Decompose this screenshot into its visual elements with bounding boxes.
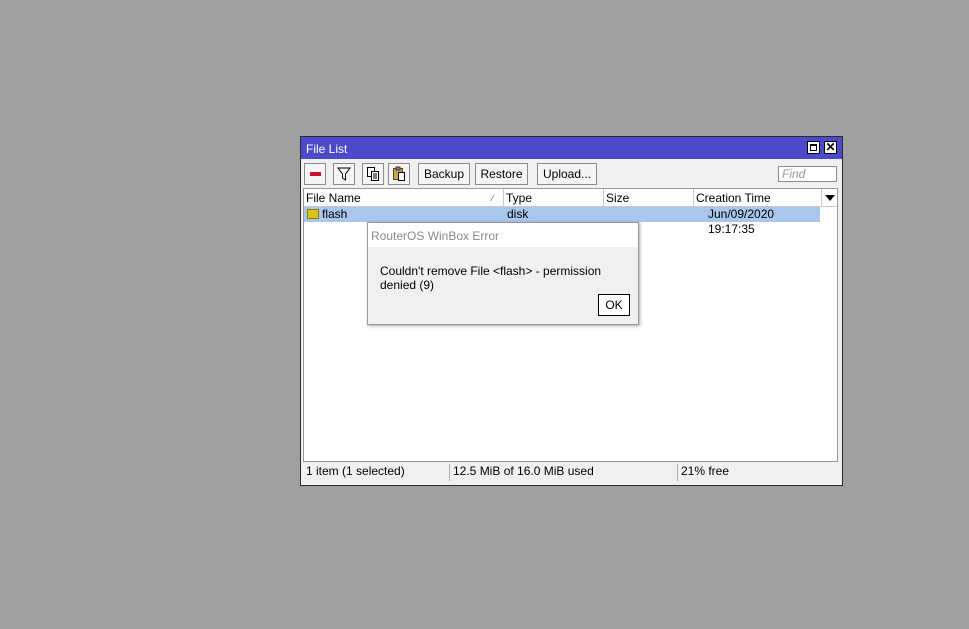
window-titlebar[interactable]: File List ✕ (301, 137, 842, 159)
column-header-creation-time[interactable]: Creation Time (694, 189, 821, 206)
folder-icon (307, 209, 319, 219)
upload-button[interactable]: Upload... (537, 163, 597, 185)
table-row[interactable]: flash disk Jun/09/2020 19:17:35 (304, 207, 820, 236)
remove-button[interactable] (304, 163, 326, 185)
paste-icon (393, 166, 405, 181)
close-icon[interactable]: ✕ (824, 141, 837, 154)
dialog-titlebar[interactable]: RouterOS WinBox Error (368, 223, 638, 247)
find-input[interactable]: Find (778, 166, 837, 182)
restore-button[interactable]: Restore (475, 163, 528, 185)
dialog-title: RouterOS WinBox Error (371, 229, 500, 243)
status-free-space: 21% free (677, 464, 838, 481)
filter-icon (337, 167, 351, 181)
creation-time-cell: Jun/09/2020 19:17:35 (708, 207, 775, 236)
sort-indicator-icon: ⁄ (492, 193, 494, 203)
table-header: File Name ⁄ Type Size Creation Time (304, 189, 837, 207)
maximize-icon[interactable] (807, 141, 820, 154)
column-header-type[interactable]: Type (504, 189, 604, 206)
window-title: File List (306, 142, 348, 156)
column-header-size[interactable]: Size (604, 189, 694, 206)
column-header-label: File Name (306, 191, 361, 205)
status-disk-usage: 12.5 MiB of 16.0 MiB used (449, 464, 677, 481)
error-dialog: RouterOS WinBox Error Couldn't remove Fi… (367, 222, 639, 325)
status-item-count: 1 item (1 selected) (306, 464, 405, 478)
dialog-message: Couldn't remove File <flash> - permissio… (380, 264, 602, 292)
ok-button[interactable]: OK (598, 294, 630, 316)
filter-button[interactable] (333, 163, 355, 185)
copy-button[interactable] (362, 163, 384, 185)
paste-button[interactable] (388, 163, 410, 185)
remove-icon (310, 172, 321, 176)
column-dropdown-icon[interactable] (821, 189, 838, 206)
file-type-cell: disk (507, 207, 529, 221)
file-name-cell: flash (322, 207, 348, 221)
status-bar: 1 item (1 selected) 12.5 MiB of 16.0 MiB… (303, 464, 838, 481)
backup-button[interactable]: Backup (418, 163, 470, 185)
column-header-file-name[interactable]: File Name ⁄ (304, 189, 504, 206)
copy-icon (367, 167, 379, 181)
